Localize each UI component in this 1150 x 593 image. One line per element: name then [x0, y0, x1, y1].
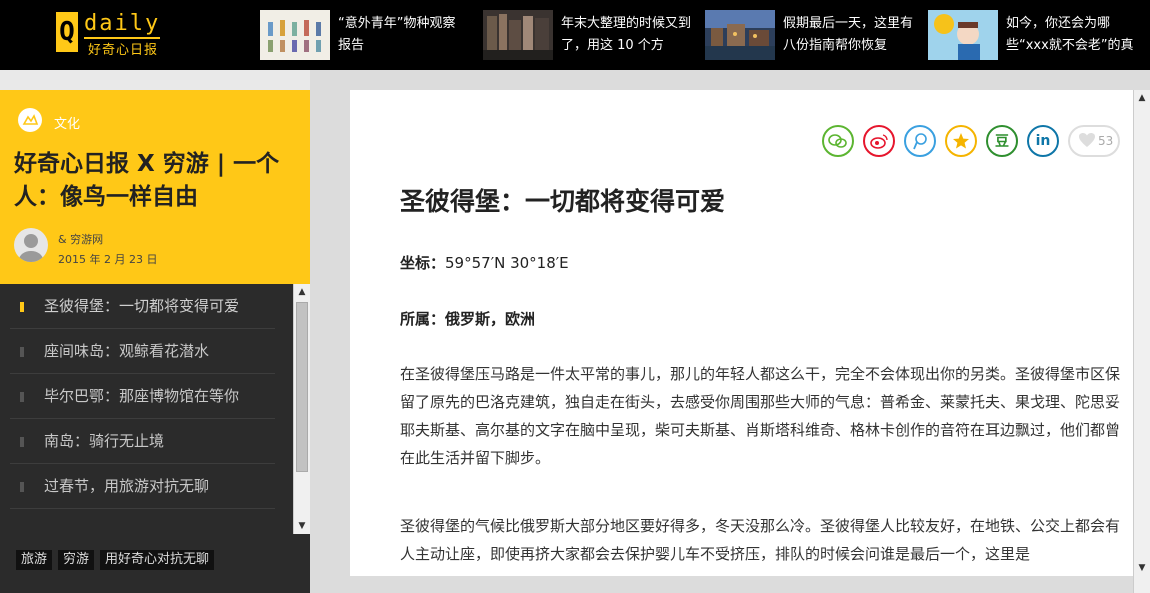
tag[interactable]: 用好奇心对抗无聊: [100, 550, 215, 570]
scroll-up-icon[interactable]: ▲: [294, 284, 310, 300]
avatar: [14, 228, 48, 262]
coordinates-label: 坐标：: [400, 254, 446, 272]
chapter-label: 过春节，用旅游对抗无聊: [44, 477, 210, 495]
news-title: 年末大整理的时候又到了，用这 10 个方: [561, 16, 691, 53]
chapter-marker: [20, 392, 24, 402]
category-culture-icon[interactable]: [18, 108, 42, 132]
coordinates-value: 59°57′N 30°18′E: [445, 254, 569, 272]
logo-cn: 好奇心日报: [88, 43, 159, 58]
chapter-marker: [20, 482, 24, 492]
article-paragraph: 圣彼得堡的气候比俄罗斯大部分地区要好得多，冬天没那么冷。圣彼得堡人比较友好，在地…: [400, 517, 1121, 563]
scrollbar-thumb[interactable]: [296, 302, 308, 472]
chapter-label: 座间味岛：观鲸看花潜水: [44, 342, 210, 360]
douban-share-icon[interactable]: 豆: [986, 125, 1018, 157]
article-header-card: 文化 好奇心日报 X 穷游 | 一个人：像鸟一样自由 & 穷游网 2015 年 …: [0, 90, 310, 284]
chapter-list-panel: 圣彼得堡：一切都将变得可爱 座间味岛：观鲸看花潜水 毕尔巴鄂：那座博物馆在等你 …: [0, 284, 310, 593]
chapter-list: 圣彼得堡：一切都将变得可爱 座间味岛：观鲸看花潜水 毕尔巴鄂：那座博物馆在等你 …: [10, 284, 275, 509]
top-news-item[interactable]: “意外青年”物种观察报告: [260, 10, 475, 60]
weibo-share-icon[interactable]: [863, 125, 895, 157]
tag[interactable]: 旅游: [16, 550, 53, 570]
top-news-item[interactable]: 假期最后一天，这里有八份指南帮你恢复: [705, 10, 920, 60]
chapter-item[interactable]: 南岛：骑行无止境: [10, 419, 275, 464]
top-news-item[interactable]: 年末大整理的时候又到了，用这 10 个方: [483, 10, 698, 60]
site-logo[interactable]: Q daily 好奇心日报: [56, 8, 176, 62]
top-news-item[interactable]: 如今，你还会为哪些“xxx就不会老”的真: [928, 10, 1143, 60]
linkedin-share-icon[interactable]: in: [1027, 125, 1059, 157]
article-paragraph: 在圣彼得堡压马路是一件太平常的事儿，那儿的年轻人都这么干，完全不会体现出你的另类…: [400, 365, 1121, 467]
chapter-marker: [20, 347, 24, 357]
category-label[interactable]: 文化: [54, 113, 80, 132]
logo-q: Q: [56, 12, 78, 52]
news-thumbnail: [928, 10, 998, 60]
chapter-label: 南岛：骑行无止境: [44, 432, 165, 450]
chapter-list-scrollbar[interactable]: ▲ ▼: [293, 284, 310, 534]
tag-list: 旅游 穷游 用好奇心对抗无聊: [16, 548, 220, 570]
news-title: 假期最后一天，这里有八份指南帮你恢复: [783, 16, 913, 53]
chapter-item[interactable]: 座间味岛：观鲸看花潜水: [10, 329, 275, 374]
news-thumbnail: [260, 10, 330, 60]
like-button[interactable]: 53: [1068, 125, 1120, 157]
chapter-label: 毕尔巴鄂：那座博物馆在等你: [44, 387, 240, 405]
tag[interactable]: 穷游: [58, 550, 95, 570]
scroll-up-icon[interactable]: ▲: [1134, 90, 1150, 106]
article-title: 圣彼得堡：一切都将变得可爱: [400, 187, 726, 216]
like-count: 53: [1098, 134, 1114, 148]
chapter-item[interactable]: 圣彼得堡：一切都将变得可爱: [10, 284, 275, 329]
wechat-share-icon[interactable]: [822, 125, 854, 157]
publish-date: 2015 年 2 月 23 日: [58, 253, 158, 266]
news-thumbnail: [483, 10, 553, 60]
news-title: 如今，你还会为哪些“xxx就不会老”的真: [1006, 16, 1134, 53]
news-title: “意外青年”物种观察报告: [338, 16, 456, 53]
scroll-down-icon[interactable]: ▼: [294, 518, 310, 534]
chapter-item[interactable]: 毕尔巴鄂：那座博物馆在等你: [10, 374, 275, 419]
logo-word: daily: [84, 11, 161, 36]
page-scrollbar[interactable]: ▲ ▼: [1133, 90, 1150, 593]
qzone-share-icon[interactable]: [945, 125, 977, 157]
chapter-label: 圣彼得堡：一切都将变得可爱: [44, 297, 240, 315]
scroll-down-icon[interactable]: ▼: [1134, 560, 1150, 576]
tencent-share-icon[interactable]: [904, 125, 936, 157]
active-marker: [20, 302, 24, 312]
coordinates: 坐标：59°57′N 30°18′E: [400, 252, 569, 273]
news-thumbnail: [705, 10, 775, 60]
chapter-item[interactable]: 过春节，用旅游对抗无聊: [10, 464, 275, 509]
top-bar: Q daily 好奇心日报 “意外青年”物种观察报告 年末大整理的时候又到了，用…: [0, 0, 1150, 70]
heart-icon: [1078, 132, 1096, 151]
author-name[interactable]: & 穷游网: [58, 231, 103, 247]
article-body: 豆 in 53 圣彼得堡：一切都将变得可爱 坐标：59°57′N 30°18′E…: [350, 90, 1134, 576]
region: 所属：俄罗斯，欧洲: [400, 310, 536, 328]
chapter-marker: [20, 437, 24, 447]
article-series-title: 好奇心日报 X 穷游 | 一个人：像鸟一样自由: [14, 151, 280, 210]
